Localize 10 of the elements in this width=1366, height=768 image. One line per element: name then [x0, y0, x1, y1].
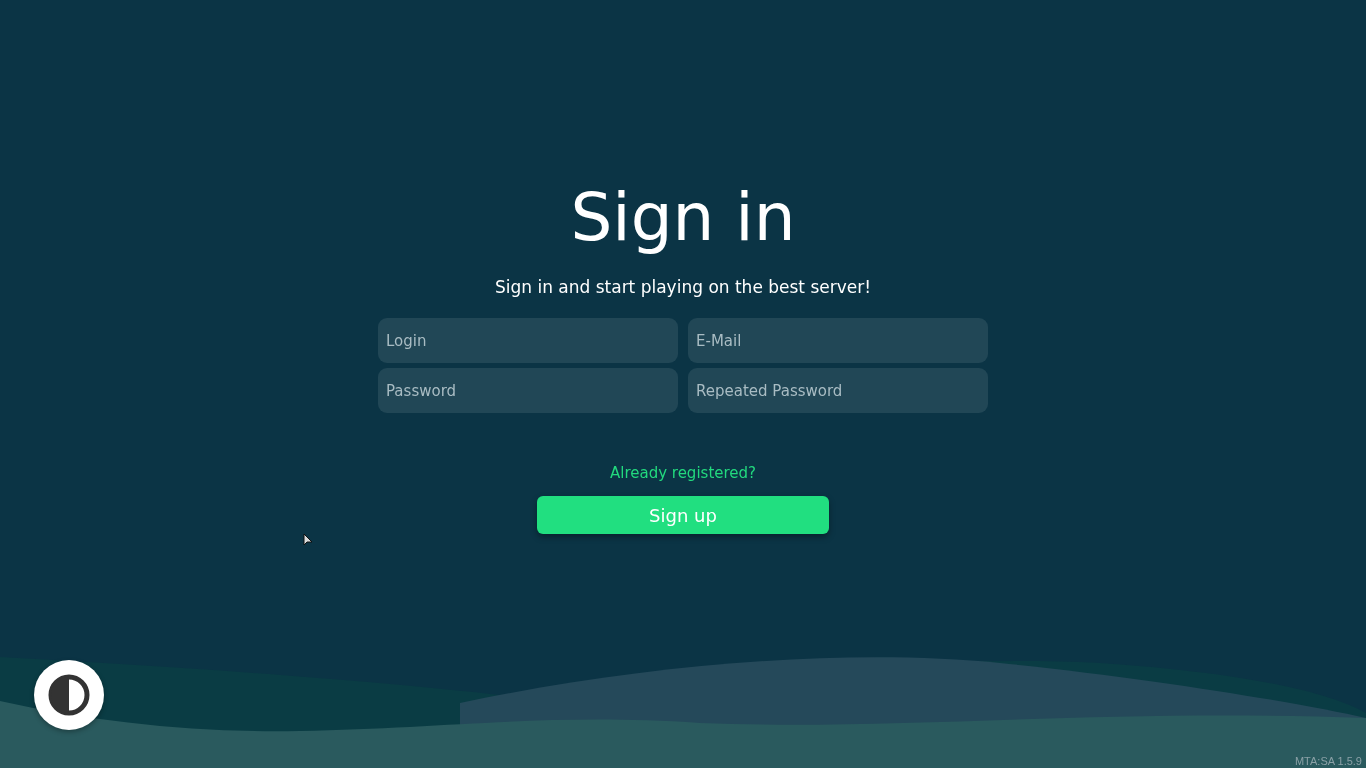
input-field[interactable]: Password — [378, 368, 678, 413]
already-registered-link[interactable]: Already registered? — [609, 463, 757, 483]
version-label: MTA:SA 1.5.9 — [1294, 755, 1362, 767]
input-field[interactable]: Repeated Password — [688, 368, 988, 413]
input-field[interactable]: E-Mail — [688, 318, 988, 363]
input-field[interactable]: Login — [378, 318, 678, 363]
cursor-icon — [303, 533, 313, 546]
page-title: Sign in — [570, 178, 796, 258]
contrast-icon — [47, 673, 91, 717]
subtitle: Sign in and start playing on the best server! — [494, 276, 872, 298]
